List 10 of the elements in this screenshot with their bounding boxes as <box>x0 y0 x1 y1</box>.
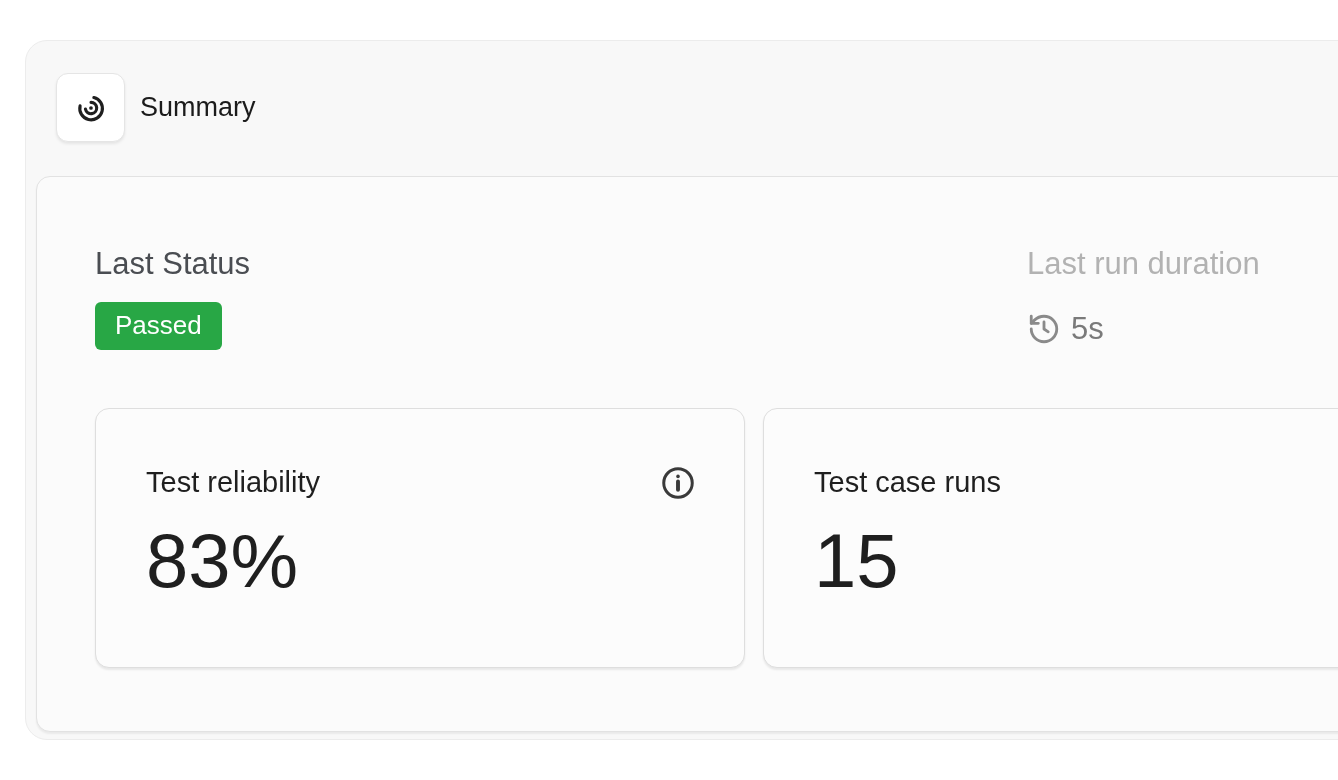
panel-title: Summary <box>140 91 256 125</box>
status-badge: Passed <box>95 301 222 350</box>
last-status-label: Last Status <box>95 245 251 283</box>
info-icon[interactable] <box>660 464 696 501</box>
metric-title: Test reliability <box>146 465 321 500</box>
metric-value: 15 <box>814 522 900 599</box>
last-run-duration-label: Last run duration <box>1027 245 1260 283</box>
metric-title: Test case runs <box>814 465 1001 500</box>
duration-value: 5s <box>1071 309 1104 348</box>
metric-value: 83% <box>146 522 300 599</box>
